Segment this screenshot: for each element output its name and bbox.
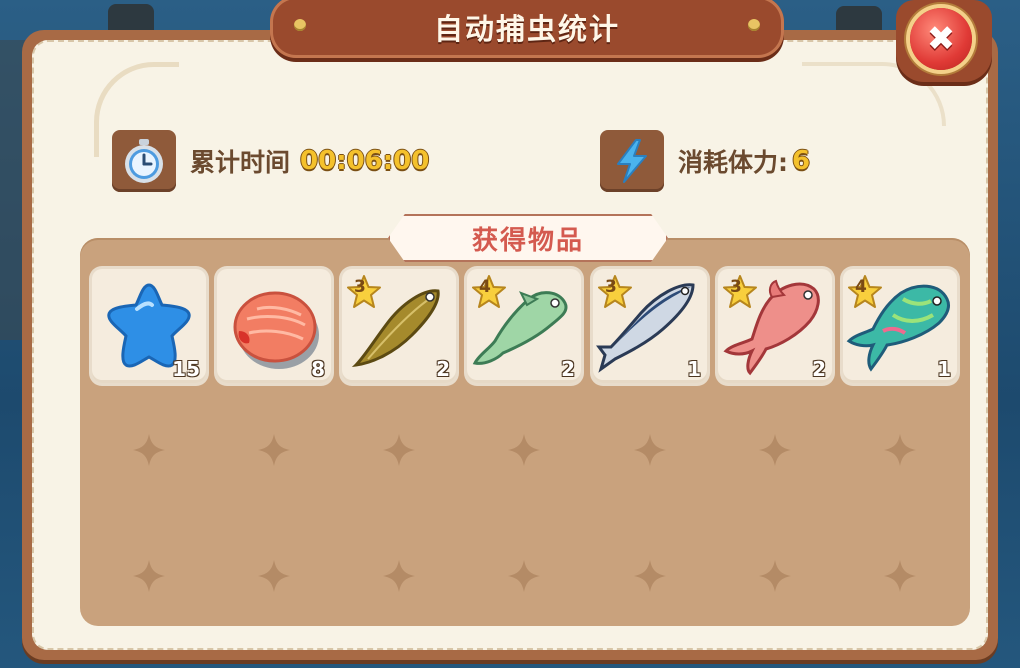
elapsed-time-value: 00:06:00 xyxy=(300,146,430,176)
item-count: 1 xyxy=(937,357,951,381)
title-banner: 自动捕虫统计 xyxy=(270,0,784,58)
empty-slot-marker xyxy=(508,434,540,466)
star-rating-value: 3 xyxy=(354,277,366,297)
empty-slot-marker xyxy=(258,434,290,466)
elapsed-time-stat: 累计时间 00:06:00 xyxy=(112,130,429,192)
empty-slot-marker xyxy=(634,434,666,466)
item-slot[interactable]: 4 2 xyxy=(467,269,581,383)
item-slot[interactable]: 8 xyxy=(217,269,331,383)
section-title: 获得物品 xyxy=(471,225,584,256)
close-icon: ✖ xyxy=(926,19,956,59)
empty-slot-marker xyxy=(383,434,415,466)
empty-slot-marker xyxy=(508,560,540,592)
empty-slot-marker xyxy=(884,560,916,592)
page-title: 自动捕虫统计 xyxy=(433,12,620,46)
empty-slot-marker xyxy=(133,434,165,466)
lightning-icon xyxy=(617,139,647,183)
empty-slot-marker xyxy=(759,434,791,466)
item-slot[interactable]: 3 2 xyxy=(342,269,456,383)
item-count: 15 xyxy=(172,357,200,381)
item-count: 8 xyxy=(311,357,325,381)
item-slot[interactable]: 4 1 xyxy=(843,269,957,383)
item-count: 2 xyxy=(812,357,826,381)
item-count: 1 xyxy=(687,357,701,381)
empty-slot-marker xyxy=(634,560,666,592)
close-button-frame: ✖ xyxy=(896,0,992,82)
stamina-value: 6 xyxy=(792,146,811,176)
empty-slot-marker xyxy=(759,560,791,592)
stamina-stat: 消耗体力: 6 xyxy=(600,130,810,192)
empty-slot-marker xyxy=(258,560,290,592)
item-count: 2 xyxy=(561,357,575,381)
empty-slot-marker xyxy=(884,434,916,466)
item-count: 2 xyxy=(436,357,450,381)
item-slot[interactable]: 3 2 xyxy=(718,269,832,383)
stamina-label: 消耗体力: xyxy=(678,148,788,177)
star-rating-value: 3 xyxy=(730,277,742,297)
item-slot[interactable]: 3 1 xyxy=(593,269,707,383)
stopwatch-icon xyxy=(125,139,163,183)
empty-slot-marker xyxy=(383,560,415,592)
lightning-icon-box xyxy=(600,130,664,192)
close-button[interactable]: ✖ xyxy=(910,8,972,70)
star-rating-value: 3 xyxy=(605,277,617,297)
item-slot[interactable]: 15 xyxy=(92,269,206,383)
star-rating-value: 4 xyxy=(479,277,491,297)
star-rating-value: 4 xyxy=(855,277,867,297)
elapsed-time-label: 累计时间 xyxy=(190,148,291,177)
stopwatch-icon-box xyxy=(112,130,176,192)
empty-slot-marker xyxy=(133,560,165,592)
section-tab: 获得物品 xyxy=(388,214,668,262)
